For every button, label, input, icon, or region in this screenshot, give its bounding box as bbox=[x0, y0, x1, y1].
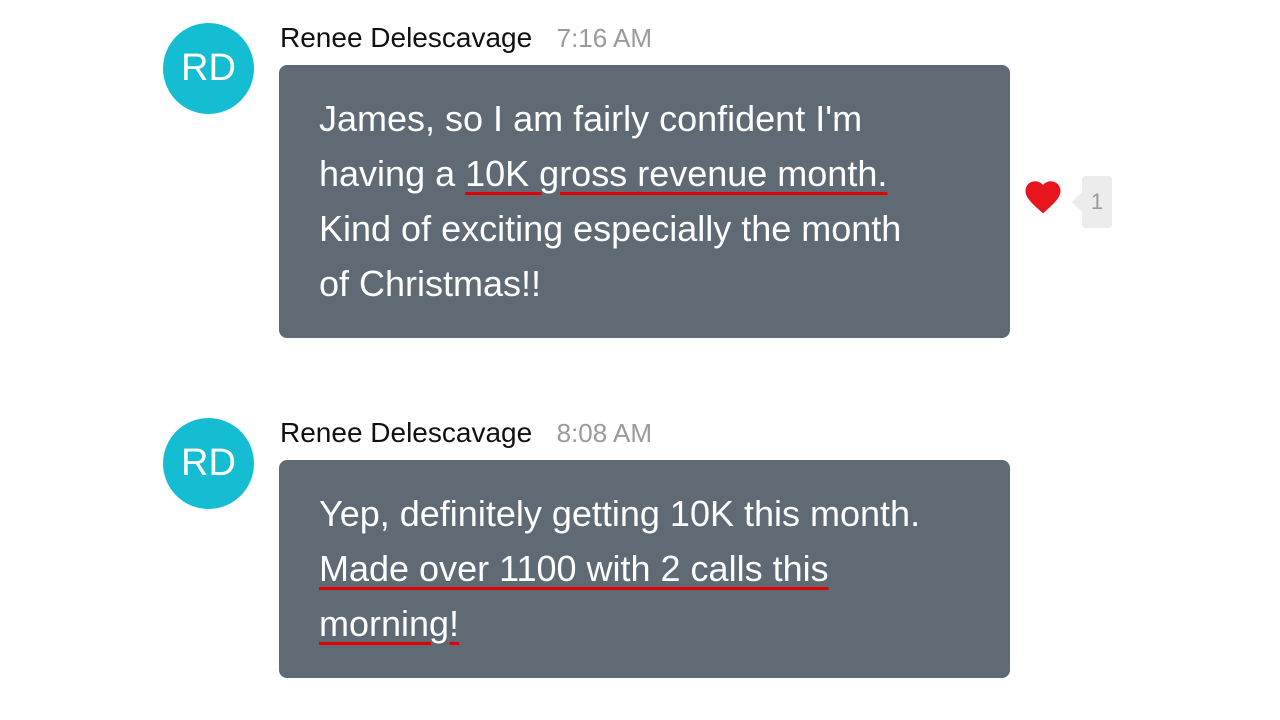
message-line: morning! bbox=[319, 596, 980, 651]
heart-icon[interactable] bbox=[1022, 176, 1064, 218]
message-line: Kind of exciting especially the month bbox=[319, 201, 980, 256]
message-text: Kind of exciting especially the month bbox=[319, 208, 902, 249]
message-header: Renee Delescavage 7:16 AM bbox=[280, 22, 652, 54]
underlined-text: morning! bbox=[319, 603, 460, 644]
avatar[interactable]: RD bbox=[163, 23, 254, 114]
reaction[interactable]: 1 bbox=[1022, 176, 1122, 232]
underlined-text: Made over 1100 with 2 calls this bbox=[319, 548, 829, 589]
sender-name[interactable]: Renee Delescavage bbox=[280, 22, 532, 53]
message-line: having a 10K gross revenue month. bbox=[319, 146, 980, 201]
message-line: Yep, definitely getting 10K this month. bbox=[319, 486, 980, 541]
message-text: having a bbox=[319, 153, 466, 194]
sender-name[interactable]: Renee Delescavage bbox=[280, 417, 532, 448]
reaction-count: 1 bbox=[1072, 176, 1112, 228]
message-text: of Christmas!! bbox=[319, 263, 542, 304]
message-text: James, so I am fairly confident I'm bbox=[319, 98, 863, 139]
message-line: James, so I am fairly confident I'm bbox=[319, 91, 980, 146]
message-text: Yep, definitely getting 10K this month. bbox=[319, 493, 921, 534]
underlined-text: 10K gross revenue month. bbox=[465, 153, 888, 194]
message-bubble[interactable]: James, so I am fairly confident I'm havi… bbox=[279, 65, 1010, 338]
timestamp: 8:08 AM bbox=[556, 418, 653, 448]
message-header: Renee Delescavage 8:08 AM bbox=[280, 417, 652, 449]
timestamp: 7:16 AM bbox=[556, 23, 653, 53]
message-line: Made over 1100 with 2 calls this bbox=[319, 541, 980, 596]
message-bubble[interactable]: Yep, definitely getting 10K this month. … bbox=[279, 460, 1010, 678]
message-line: of Christmas!! bbox=[319, 256, 980, 311]
chat-thread: RD Renee Delescavage 7:16 AM James, so I… bbox=[0, 0, 1280, 720]
avatar[interactable]: RD bbox=[163, 418, 254, 509]
